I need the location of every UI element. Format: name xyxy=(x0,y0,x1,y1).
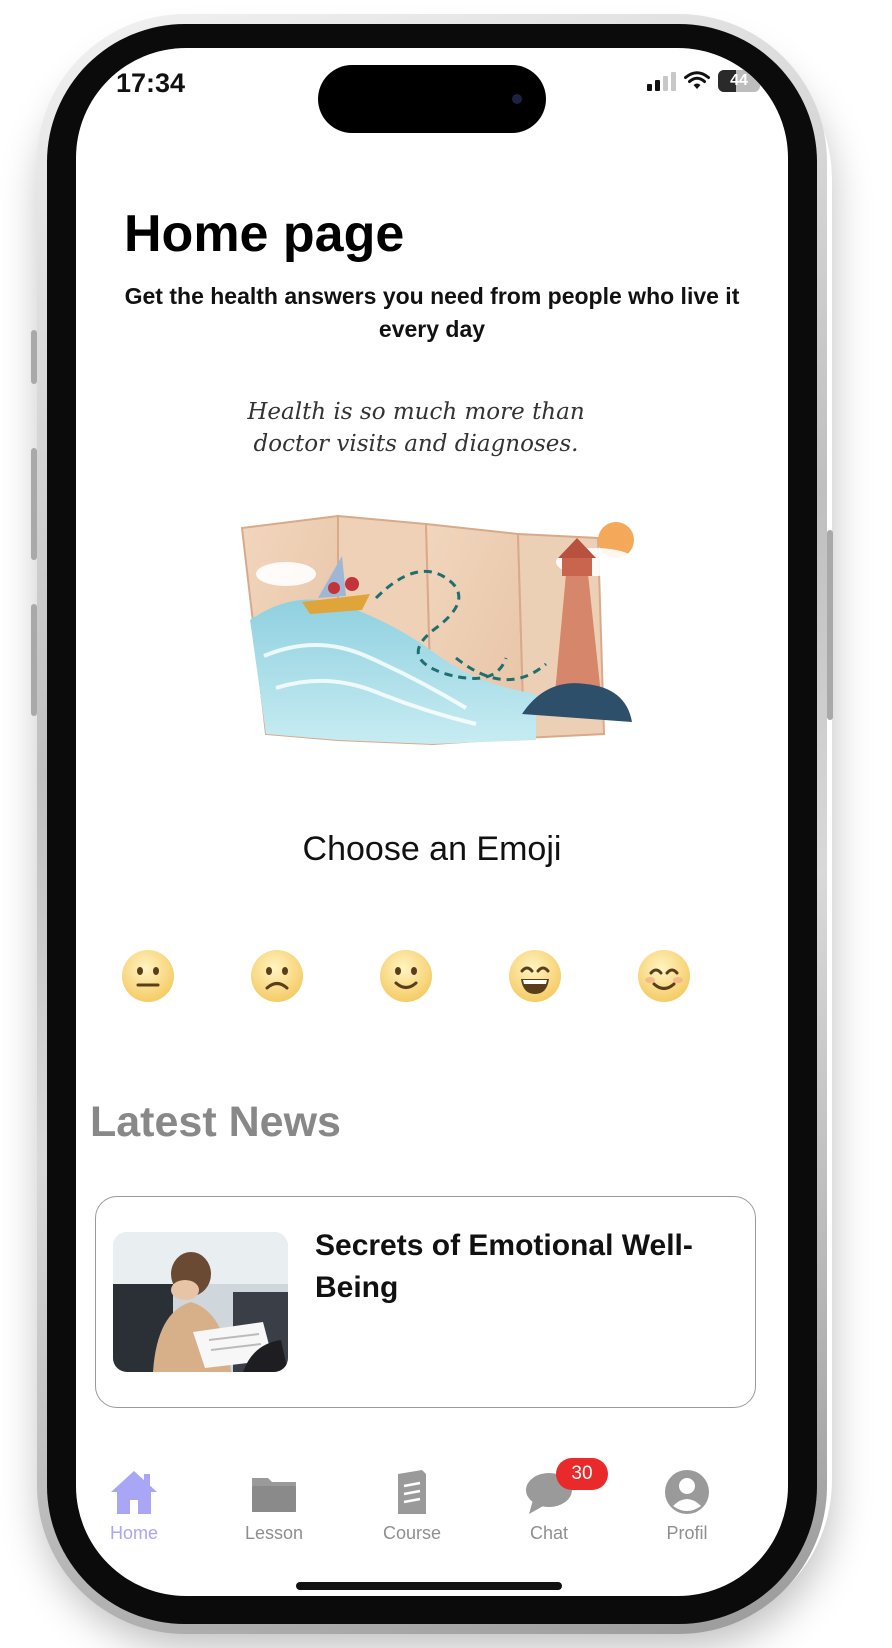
emoji-grinning-face[interactable] xyxy=(507,948,563,1004)
home-icon xyxy=(111,1471,157,1514)
slightly-frowning-face-icon xyxy=(251,950,303,1002)
tab-home[interactable]: Home xyxy=(79,1466,189,1544)
tab-chat[interactable]: Chat 30 xyxy=(494,1458,608,1544)
volume-up-button xyxy=(31,448,37,560)
news-card[interactable]: Secrets of Emotional Well-Being xyxy=(95,1196,756,1408)
status-time: 17:34 xyxy=(116,68,186,98)
tab-course-label: Course xyxy=(382,1523,442,1543)
battery-icon: 44 xyxy=(718,70,765,92)
wifi-icon xyxy=(684,71,710,89)
emoji-neutral-face[interactable] xyxy=(120,948,176,1004)
emoji-picker xyxy=(120,948,690,1008)
profile-icon xyxy=(665,1470,709,1514)
home-indicator[interactable] xyxy=(296,1582,562,1590)
emoji-heading: Choose an Emoji xyxy=(302,830,562,868)
grinning-face-icon xyxy=(509,950,561,1002)
neutral-face-icon xyxy=(122,950,174,1002)
news-title: Secrets of Emotional Well-Being xyxy=(315,1229,693,1304)
tab-course[interactable]: Course xyxy=(357,1466,467,1544)
tab-bar: Home Lesson Course Chat 30 Profil xyxy=(76,1458,788,1566)
page-subtitle: Get the health answers you need from peo… xyxy=(124,283,740,342)
hero-illustration: Health is so much more than doctor visit… xyxy=(206,388,666,788)
chat-unread-badge: 30 xyxy=(556,1458,608,1490)
cellular-signal-icon xyxy=(647,71,676,91)
latest-news-heading: Latest News xyxy=(90,1098,341,1146)
phone-screen: 17:34 44 Home page Get the health answer… xyxy=(76,48,788,1596)
smiling-face-with-smiling-eyes-icon xyxy=(638,950,690,1002)
tab-chat-label: Chat xyxy=(529,1523,569,1543)
battery-percent: 44 xyxy=(730,72,748,89)
tab-profil[interactable]: Profil xyxy=(632,1466,742,1544)
tab-lesson[interactable]: Lesson xyxy=(219,1466,329,1544)
page-title: Home page xyxy=(124,205,405,263)
stressed-woman-photo xyxy=(113,1232,288,1372)
folder-icon xyxy=(252,1478,296,1512)
volume-down-button xyxy=(31,604,37,716)
front-camera xyxy=(512,94,522,104)
tab-home-label: Home xyxy=(109,1523,158,1543)
emoji-smiling-eyes-face[interactable] xyxy=(636,948,692,1004)
tab-profil-label: Profil xyxy=(666,1523,708,1543)
book-icon xyxy=(398,1470,426,1514)
map-illustration xyxy=(240,514,636,746)
tab-lesson-label: Lesson xyxy=(244,1523,304,1543)
news-thumbnail xyxy=(113,1232,288,1372)
silent-switch xyxy=(31,330,37,384)
dynamic-island xyxy=(318,65,546,133)
slightly-smiling-face-icon xyxy=(380,950,432,1002)
emoji-smiling-face[interactable] xyxy=(378,948,434,1004)
power-button xyxy=(827,530,833,720)
status-icons: 44 xyxy=(647,70,765,92)
emoji-frowning-face[interactable] xyxy=(249,948,305,1004)
